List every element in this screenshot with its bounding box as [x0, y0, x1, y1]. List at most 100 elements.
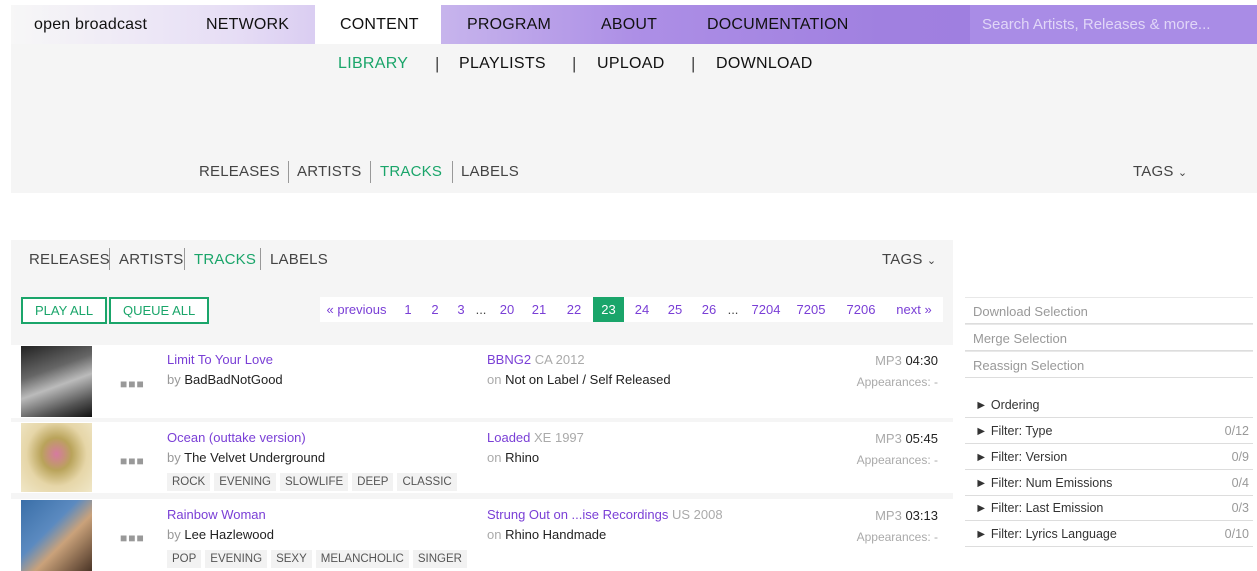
- format-duration: MP3 05:45: [875, 431, 938, 446]
- divider: |: [572, 54, 577, 73]
- pagination-page[interactable]: 7206: [843, 297, 879, 322]
- pagination-page[interactable]: 7205: [793, 297, 829, 322]
- subnav-library[interactable]: LIBRARY: [338, 55, 408, 73]
- pagination-page[interactable]: 3: [453, 297, 469, 322]
- format: MP3: [875, 353, 902, 368]
- duration: 05:45: [905, 431, 938, 446]
- filter-lyrics-language[interactable]: ► Filter: Lyrics Language 0/10: [965, 521, 1253, 547]
- filter-label: ► Filter: Lyrics Language: [975, 527, 1117, 541]
- pagination-page[interactable]: 2: [427, 297, 443, 322]
- tags-dropdown[interactable]: TAGS ⌄: [882, 251, 936, 268]
- pagination-page[interactable]: 21: [527, 297, 551, 322]
- tag[interactable]: SINGER: [412, 550, 467, 568]
- tag[interactable]: POP: [167, 550, 202, 568]
- track-title[interactable]: Ocean (outtake version): [167, 430, 306, 445]
- artist-name[interactable]: The Velvet Underground: [184, 450, 325, 465]
- filter-version[interactable]: ► Filter: Version 0/9: [965, 444, 1253, 470]
- subnav-upload[interactable]: UPLOAD: [597, 55, 665, 73]
- pagination-ellipsis: ...: [475, 302, 487, 317]
- nav-network[interactable]: NETWORK: [206, 5, 289, 44]
- format-duration: MP3 04:30: [875, 353, 938, 368]
- filter-type[interactable]: ► Filter: Type 0/12: [965, 418, 1253, 444]
- tab-labels[interactable]: LABELS: [270, 251, 328, 268]
- release-cover[interactable]: [21, 346, 92, 417]
- label-name[interactable]: Rhino: [505, 450, 539, 465]
- track-title[interactable]: Rainbow Woman: [167, 507, 266, 522]
- tag[interactable]: EVENING: [205, 550, 268, 568]
- release-title[interactable]: BBNG2: [487, 352, 531, 367]
- tab-tracks[interactable]: TRACKS: [194, 251, 256, 268]
- tag[interactable]: SLOWLIFE: [280, 473, 349, 491]
- label-name[interactable]: Rhino Handmade: [505, 527, 606, 542]
- nav-program[interactable]: PROGRAM: [467, 5, 551, 44]
- duration: 03:13: [905, 508, 938, 523]
- pagination-page[interactable]: 26: [697, 297, 721, 322]
- tab-artists[interactable]: ARTISTS: [297, 163, 361, 180]
- tag[interactable]: SEXY: [271, 550, 312, 568]
- artist-name[interactable]: Lee Hazlewood: [184, 527, 274, 542]
- download-selection-button[interactable]: Download Selection: [965, 297, 1253, 324]
- track-row[interactable]: ■■■ Ocean (outtake version) by The Velve…: [11, 422, 953, 493]
- tab-tracks[interactable]: TRACKS: [380, 163, 442, 180]
- pagination-page[interactable]: 7204: [748, 297, 784, 322]
- release-meta: XE 1997: [534, 430, 584, 445]
- release-title[interactable]: Loaded: [487, 430, 530, 445]
- pagination-page[interactable]: 24: [630, 297, 654, 322]
- tag-list: POP EVENING SEXY MELANCHOLIC SINGER: [167, 550, 471, 568]
- pagination-previous[interactable]: « previous: [320, 297, 393, 322]
- format: MP3: [875, 431, 902, 446]
- tag[interactable]: DEEP: [352, 473, 394, 491]
- merge-selection-button[interactable]: Merge Selection: [965, 324, 1253, 351]
- ordering-toggle[interactable]: ► Ordering: [965, 392, 1253, 418]
- tags-dropdown[interactable]: TAGS ⌄: [1133, 163, 1187, 180]
- label-info: on Rhino: [487, 450, 539, 465]
- subnav-download[interactable]: DOWNLOAD: [716, 55, 813, 73]
- nav-documentation[interactable]: DOCUMENTATION: [707, 5, 849, 44]
- tag[interactable]: CLASSIC: [397, 473, 457, 491]
- reassign-selection-button[interactable]: Reassign Selection: [965, 351, 1253, 378]
- more-options-icon[interactable]: ■■■: [120, 377, 145, 391]
- tab-releases[interactable]: RELEASES: [29, 251, 110, 268]
- filter-num-emissions[interactable]: ► Filter: Num Emissions 0/4: [965, 470, 1253, 496]
- duration: 04:30: [905, 353, 938, 368]
- search-input[interactable]: [970, 5, 1257, 44]
- nav-content[interactable]: CONTENT: [315, 5, 441, 44]
- tags-label: TAGS: [882, 251, 923, 268]
- format: MP3: [875, 508, 902, 523]
- track-row[interactable]: ■■■ Limit To Your Love by BadBadNotGood …: [11, 345, 953, 418]
- pagination-page[interactable]: 1: [400, 297, 416, 322]
- release-cover[interactable]: [21, 423, 92, 492]
- brand-logo[interactable]: open broadcast: [34, 5, 147, 44]
- tag[interactable]: ROCK: [167, 473, 211, 491]
- tab-labels[interactable]: LABELS: [461, 163, 519, 180]
- more-options-icon[interactable]: ■■■: [120, 454, 145, 468]
- queue-all-button[interactable]: QUEUE ALL: [109, 297, 210, 324]
- filter-count: 0/12: [1224, 424, 1249, 438]
- pagination-page[interactable]: 22: [562, 297, 586, 322]
- filter-label: ► Filter: Version: [975, 450, 1068, 464]
- release-cover[interactable]: [21, 500, 92, 571]
- by-label: by: [167, 372, 181, 387]
- subnav-playlists[interactable]: PLAYLISTS: [459, 55, 546, 73]
- artist-name[interactable]: BadBadNotGood: [184, 372, 282, 387]
- filter-last-emission[interactable]: ► Filter: Last Emission 0/3: [965, 495, 1253, 521]
- tag[interactable]: MELANCHOLIC: [315, 550, 409, 568]
- more-options-icon[interactable]: ■■■: [120, 531, 145, 545]
- track-title[interactable]: Limit To Your Love: [167, 352, 273, 367]
- pagination-next[interactable]: next »: [890, 297, 938, 322]
- pagination-page[interactable]: 20: [495, 297, 519, 322]
- label-name[interactable]: Not on Label / Self Released: [505, 372, 671, 387]
- divider: [288, 161, 289, 183]
- divider: [260, 248, 261, 270]
- pagination-current-page[interactable]: 23: [593, 297, 624, 322]
- tab-releases[interactable]: RELEASES: [199, 163, 280, 180]
- pagination-page[interactable]: 25: [663, 297, 687, 322]
- play-all-button[interactable]: PLAY ALL: [21, 297, 108, 324]
- track-row[interactable]: ■■■ Rainbow Woman by Lee Hazlewood POP E…: [11, 499, 953, 571]
- tab-artists[interactable]: ARTISTS: [119, 251, 183, 268]
- tag[interactable]: EVENING: [214, 473, 276, 491]
- release-title[interactable]: Strung Out on ...ise Recordings: [487, 507, 668, 522]
- nav-about[interactable]: ABOUT: [601, 5, 657, 44]
- track-artist: by BadBadNotGood: [167, 372, 283, 387]
- divider: |: [435, 54, 440, 73]
